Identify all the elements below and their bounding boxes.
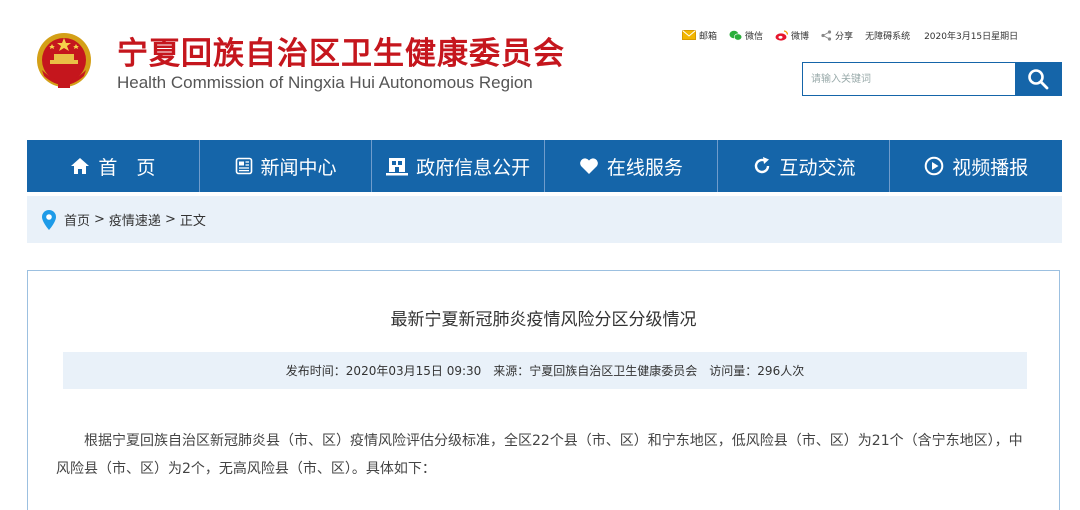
article-meta: 发布时间：2020年03月15日 09:30 来源：宁夏回族自治区卫生健康委员会…: [63, 352, 1027, 389]
site-header: 宁夏回族自治区卫生健康委员会 Health Commission of Ning…: [0, 0, 1080, 140]
search-button[interactable]: [1015, 63, 1061, 95]
share-icon: [821, 29, 832, 41]
article-paragraph: 根据宁夏回族自治区新冠肺炎县（市、区）疫情风险评估分级标准，全区22个县（市、区…: [56, 433, 1023, 477]
home-icon: [71, 158, 90, 174]
newspaper-icon: [235, 157, 252, 175]
nav-home[interactable]: 首 页: [27, 140, 200, 192]
share-link[interactable]: 分享: [821, 29, 853, 42]
mail-link-label: 邮箱: [699, 31, 718, 42]
breadcrumb-separator: >: [94, 212, 105, 227]
breadcrumb-home[interactable]: 首页: [64, 210, 90, 229]
nav-video[interactable]: 视频播报: [890, 140, 1062, 192]
article-panel: 最新宁夏新冠肺炎疫情风险分区分级情况 发布时间：2020年03月15日 09:3…: [27, 270, 1060, 510]
location-pin-icon: [42, 209, 56, 230]
search-icon: [1028, 69, 1049, 90]
nav-news[interactable]: 新闻中心: [200, 140, 373, 192]
accessible-link[interactable]: 无障碍系统: [865, 29, 910, 42]
article-source: 来源：宁夏回族自治区卫生健康委员会: [493, 364, 698, 378]
weibo-link[interactable]: 微博: [775, 29, 809, 42]
nav-home-label: 首 页: [98, 156, 156, 179]
breadcrumb-separator: >: [164, 212, 176, 227]
national-emblem-icon[interactable]: [34, 30, 94, 92]
search-input[interactable]: [803, 63, 1015, 95]
mail-link[interactable]: 邮箱: [682, 29, 717, 42]
breadcrumb-current: 正文: [179, 214, 206, 229]
mail-icon: [682, 30, 696, 40]
article-title: 最新宁夏新冠肺炎疫情风险分区分级情况: [390, 310, 697, 330]
building-icon: [386, 158, 409, 176]
wechat-link[interactable]: 微信: [729, 29, 763, 42]
nav-interaction[interactable]: 互动交流: [718, 140, 891, 192]
refresh-icon: [754, 157, 769, 174]
top-links: 邮箱 微信 微博 分享 无障碍系统 2020年3月15日星期日: [682, 27, 1018, 43]
current-date: 2020年3月15日星期日: [924, 31, 1019, 42]
nav-online-service[interactable]: 在线服务: [545, 140, 718, 192]
nav-gov-info[interactable]: 政府信息公开: [372, 140, 546, 192]
nav-gov-info-label: 政府信息公开: [416, 156, 531, 179]
wechat-icon: [729, 30, 743, 40]
search-box: [802, 62, 1062, 96]
nav-interaction-label: 互动交流: [779, 156, 856, 179]
publish-time: 发布时间：2020年03月15日 09:30: [285, 364, 482, 378]
site-title-english: Health Commission of Ningxia Hui Autonom…: [117, 73, 533, 92]
weibo-link-label: 微博: [791, 31, 810, 42]
site-title[interactable]: 宁夏回族自治区卫生健康委员会: [117, 28, 565, 73]
share-link-label: 分享: [835, 31, 854, 42]
breadcrumb-section[interactable]: 疫情速递: [109, 210, 161, 229]
main-nav: 首 页 新闻中心 政府信息公开 在线服务 互动交流 视频播报: [27, 140, 1062, 192]
breadcrumb: 首页 > 疫情速递 > 正文: [27, 196, 1062, 243]
nav-news-label: 新闻中心: [260, 156, 337, 179]
play-icon: [924, 156, 944, 176]
view-count: 访问量：296人次: [709, 364, 805, 378]
weibo-icon: [775, 29, 789, 41]
nav-online-service-label: 在线服务: [606, 156, 683, 179]
wechat-link-label: 微信: [745, 31, 764, 42]
accessible-link-label: 无障碍系统: [865, 31, 911, 42]
heart-hand-icon: [579, 158, 598, 174]
nav-video-label: 视频播报: [952, 156, 1029, 179]
